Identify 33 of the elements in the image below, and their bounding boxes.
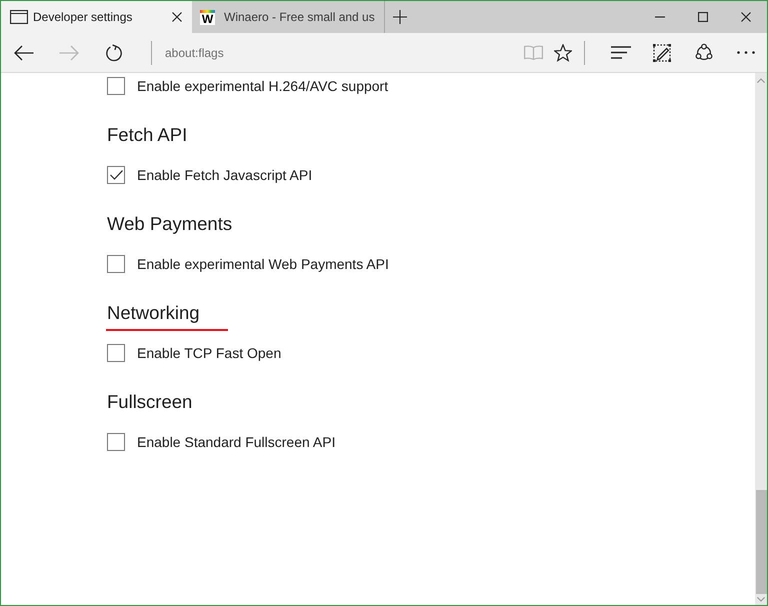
plus-icon[interactable]	[393, 10, 407, 24]
maximize-icon[interactable]	[698, 12, 708, 22]
close-icon[interactable]	[740, 12, 750, 22]
pen-square-icon[interactable]	[653, 44, 671, 62]
close-tab-icon[interactable]	[172, 12, 182, 22]
checkbox[interactable]	[107, 77, 125, 95]
checkbox[interactable]	[107, 255, 125, 273]
option-label: Enable Standard Fullscreen API	[137, 434, 336, 450]
option-label: Enable experimental H.264/AVC support	[137, 78, 388, 94]
checkmark-icon	[110, 170, 122, 180]
option-label: Enable Fetch Javascript API	[137, 167, 312, 183]
scrollbar[interactable]	[755, 73, 767, 605]
checkbox[interactable]	[107, 433, 125, 451]
checkbox[interactable]	[107, 166, 125, 184]
share-icon[interactable]	[694, 43, 714, 62]
address-field[interactable]: about:flags	[165, 46, 224, 60]
back-arrow-icon[interactable]	[14, 44, 34, 60]
tab-window-icon	[10, 10, 28, 24]
browser-tab[interactable]: Developer settings	[1, 1, 192, 33]
option-label: Enable experimental Web Payments API	[137, 256, 389, 272]
minimize-icon[interactable]	[654, 16, 664, 18]
more-options-icon[interactable]	[737, 51, 755, 54]
refresh-icon[interactable]	[104, 44, 122, 62]
list-lines-icon[interactable]	[611, 46, 631, 59]
star-icon[interactable]	[554, 44, 572, 62]
checkbox[interactable]	[107, 344, 125, 362]
option-label: Enable TCP Fast Open	[137, 345, 282, 361]
site-favicon: W	[200, 10, 215, 24]
section-heading: Fetch API	[107, 123, 188, 147]
section-heading: Web Payments	[107, 212, 232, 236]
scrollbar-thumb[interactable]	[756, 490, 766, 594]
section-heading: Fullscreen	[107, 390, 192, 414]
section-heading: Networking	[107, 301, 200, 325]
